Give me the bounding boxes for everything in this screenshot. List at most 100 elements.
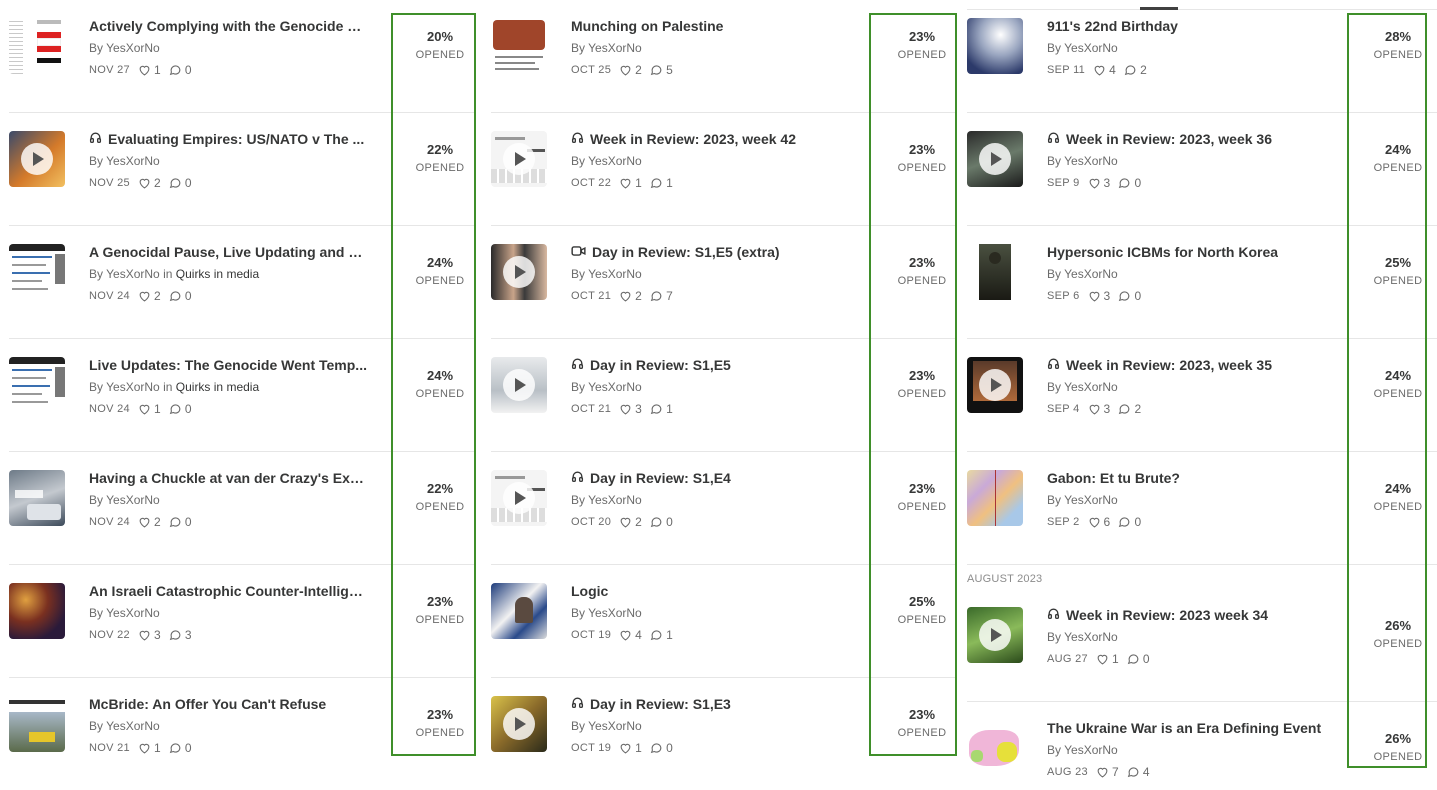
post-thumbnail[interactable] — [491, 244, 547, 300]
post-thumbnail[interactable] — [9, 18, 65, 74]
post-title[interactable]: Actively Complying with the Genocide C..… — [89, 18, 367, 34]
publication-link[interactable]: Quirks in media — [176, 380, 259, 394]
like-button[interactable] — [1088, 403, 1101, 415]
post-title[interactable]: A Genocidal Pause, Live Updating and a..… — [89, 244, 367, 260]
post-thumbnail[interactable] — [9, 131, 65, 187]
author-name[interactable]: YesXorNo — [106, 606, 160, 620]
post-title[interactable]: Evaluating Empires: US/NATO v The ... — [89, 131, 364, 147]
post-thumbnail[interactable] — [491, 470, 547, 526]
author-name[interactable]: YesXorNo — [588, 267, 642, 281]
post-thumbnail[interactable] — [491, 583, 547, 639]
comment-button[interactable] — [169, 64, 182, 76]
like-button[interactable] — [619, 629, 632, 641]
post-thumbnail[interactable] — [967, 131, 1023, 187]
author-name[interactable]: YesXorNo — [106, 154, 160, 168]
comment-button[interactable] — [1127, 766, 1140, 778]
author-name[interactable]: YesXorNo — [106, 719, 160, 733]
post-thumbnail[interactable] — [967, 720, 1023, 776]
comment-button[interactable] — [1118, 403, 1131, 415]
post-thumbnail[interactable] — [9, 470, 65, 526]
author-name[interactable]: YesXorNo — [588, 493, 642, 507]
comment-button[interactable] — [1118, 177, 1131, 189]
comment-button[interactable] — [1127, 653, 1140, 665]
comment-button[interactable] — [169, 742, 182, 754]
author-name[interactable]: YesXorNo — [1064, 630, 1118, 644]
comment-button[interactable] — [1118, 516, 1131, 528]
like-button[interactable] — [619, 177, 632, 189]
post-title[interactable]: Munching on Palestine — [571, 18, 723, 34]
post-title[interactable]: Week in Review: 2023, week 42 — [571, 131, 796, 147]
like-button[interactable] — [619, 290, 632, 302]
author-name[interactable]: YesXorNo — [106, 267, 160, 281]
author-name[interactable]: YesXorNo — [588, 41, 642, 55]
post-title[interactable]: Day in Review: S1,E5 — [571, 357, 731, 373]
like-button[interactable] — [1093, 64, 1106, 76]
post-thumbnail[interactable] — [9, 696, 65, 752]
like-button[interactable] — [138, 742, 151, 754]
comment-button[interactable] — [1124, 64, 1137, 76]
author-name[interactable]: YesXorNo — [1064, 267, 1118, 281]
post-thumbnail[interactable] — [9, 357, 65, 413]
post-thumbnail[interactable] — [967, 607, 1023, 663]
like-button[interactable] — [1096, 766, 1109, 778]
post-title[interactable]: Day in Review: S1,E3 — [571, 696, 731, 712]
author-name[interactable]: YesXorNo — [106, 41, 160, 55]
like-button[interactable] — [138, 516, 151, 528]
like-button[interactable] — [138, 64, 151, 76]
author-name[interactable]: YesXorNo — [1064, 743, 1118, 757]
post-title[interactable]: Gabon: Et tu Brute? — [1047, 470, 1180, 486]
post-title[interactable]: Week in Review: 2023, week 35 — [1047, 357, 1272, 373]
comment-button[interactable] — [650, 742, 663, 754]
like-button[interactable] — [1088, 516, 1101, 528]
author-name[interactable]: YesXorNo — [588, 606, 642, 620]
post-title[interactable]: Week in Review: 2023, week 36 — [1047, 131, 1272, 147]
post-thumbnail[interactable] — [491, 357, 547, 413]
comment-button[interactable] — [650, 516, 663, 528]
comment-button[interactable] — [169, 516, 182, 528]
comment-button[interactable] — [169, 629, 182, 641]
author-name[interactable]: YesXorNo — [588, 380, 642, 394]
comment-button[interactable] — [650, 629, 663, 641]
author-name[interactable]: YesXorNo — [1064, 380, 1118, 394]
like-button[interactable] — [138, 629, 151, 641]
publication-link[interactable]: Quirks in media — [176, 267, 259, 281]
post-title[interactable]: 911's 22nd Birthday — [1047, 18, 1178, 34]
like-button[interactable] — [138, 290, 151, 302]
like-button[interactable] — [619, 403, 632, 415]
comment-button[interactable] — [169, 403, 182, 415]
post-title[interactable]: An Israeli Catastrophic Counter-Intellig… — [89, 583, 367, 599]
post-title[interactable]: Hypersonic ICBMs for North Korea — [1047, 244, 1278, 260]
author-name[interactable]: YesXorNo — [1064, 154, 1118, 168]
post-title[interactable]: Live Updates: The Genocide Went Temp... — [89, 357, 367, 373]
like-button[interactable] — [1088, 290, 1101, 302]
comment-button[interactable] — [650, 290, 663, 302]
post-thumbnail[interactable] — [9, 583, 65, 639]
author-name[interactable]: YesXorNo — [106, 493, 160, 507]
post-title[interactable]: Logic — [571, 583, 608, 599]
post-thumbnail[interactable] — [967, 244, 1023, 300]
like-button[interactable] — [138, 177, 151, 189]
author-name[interactable]: YesXorNo — [588, 154, 642, 168]
post-title[interactable]: Day in Review: S1,E5 (extra) — [571, 244, 780, 260]
like-button[interactable] — [1096, 653, 1109, 665]
post-thumbnail[interactable] — [491, 131, 547, 187]
post-thumbnail[interactable] — [9, 244, 65, 300]
author-name[interactable]: YesXorNo — [1064, 41, 1118, 55]
comment-button[interactable] — [169, 177, 182, 189]
comment-button[interactable] — [650, 177, 663, 189]
comment-button[interactable] — [650, 64, 663, 76]
post-thumbnail[interactable] — [967, 18, 1023, 74]
author-name[interactable]: YesXorNo — [588, 719, 642, 733]
like-button[interactable] — [138, 403, 151, 415]
like-button[interactable] — [1088, 177, 1101, 189]
comment-button[interactable] — [169, 290, 182, 302]
post-title[interactable]: The Ukraine War is an Era Defining Event — [1047, 720, 1321, 736]
like-button[interactable] — [619, 742, 632, 754]
like-button[interactable] — [619, 516, 632, 528]
post-thumbnail[interactable] — [491, 696, 547, 752]
post-thumbnail[interactable] — [967, 357, 1023, 413]
author-name[interactable]: YesXorNo — [1064, 493, 1118, 507]
comment-button[interactable] — [650, 403, 663, 415]
post-thumbnail[interactable] — [491, 18, 547, 74]
post-title[interactable]: Week in Review: 2023 week 34 — [1047, 607, 1268, 623]
